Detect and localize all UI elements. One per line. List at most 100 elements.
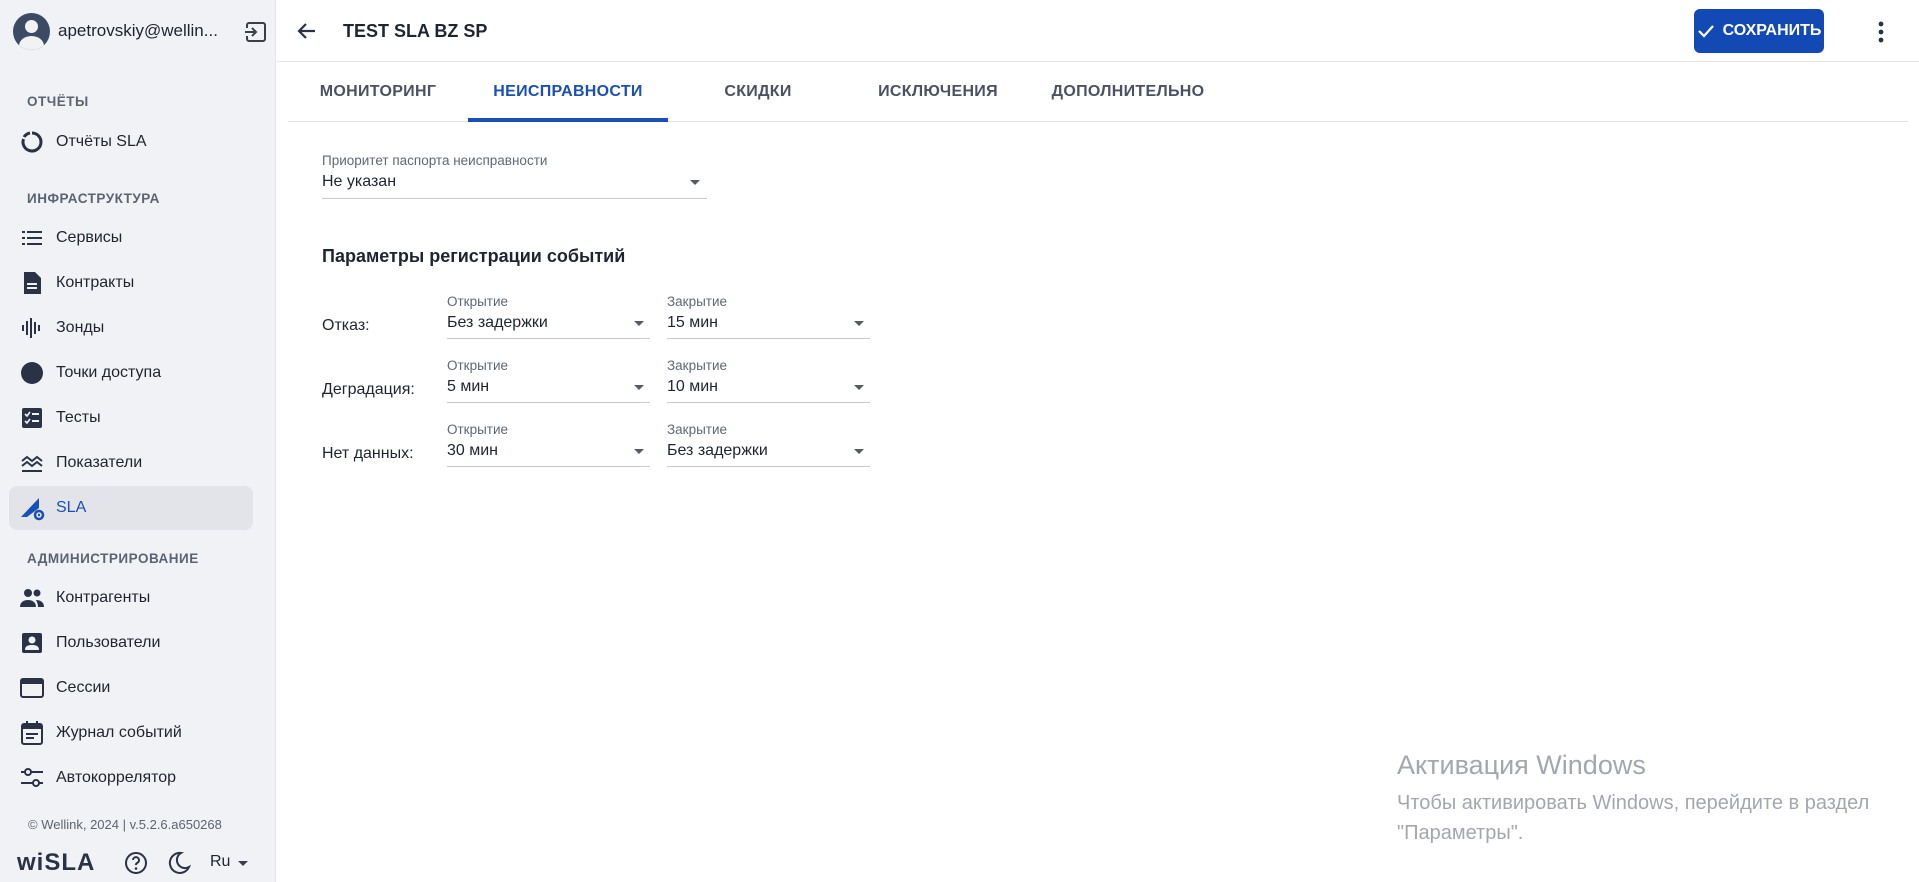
more-vert-icon[interactable] [1877,21,1885,43]
section-title-infrastructure: ИНФРАСТРУКТУРА [27,191,160,206]
field-underline [667,466,870,467]
no-data-close-value: Без задержки [667,442,768,459]
sidebar-item-label: SLA [56,499,87,516]
people-icon [19,585,45,611]
sidebar-item-label: Зонды [56,319,105,336]
sidebar-item-metrics[interactable]: Показатели [9,441,253,485]
sidebar-item-label: Сессии [56,679,111,696]
sidebar-item-label: Автокоррелятор [56,769,177,786]
avatar [13,12,50,50]
sidebar-item-autocorrelator[interactable]: Автокоррелятор [9,756,253,800]
document-icon [19,270,45,296]
open-label: Открытие [447,294,509,309]
tab-additional[interactable]: ДОПОЛНИТЕЛЬНО [1028,62,1228,122]
sidebar-item-label: Отчёты SLA [56,133,147,150]
arrow-back-icon[interactable] [295,19,319,43]
calendar-icon [19,720,45,746]
close-label: Закрытие [667,358,728,373]
circle-icon [19,360,45,386]
sidebar-item-sessions[interactable]: Сессии [9,666,253,710]
open-label: Открытие [447,422,509,437]
field-underline [667,338,870,339]
sidebar-item-probes[interactable]: Зонды [9,306,253,350]
list-icon [19,225,45,251]
chevron-down-icon [634,385,644,390]
tab-faults[interactable]: НЕИСПРАВНОСТИ [468,62,668,122]
probe-icon [19,315,45,341]
sidebar-item-tests[interactable]: Тесты [9,396,253,440]
language-select[interactable]: Ru [210,853,230,871]
failure-close-value: 15 мин [667,314,719,331]
sla-icon [19,495,45,521]
sidebar: apetrovskiy@wellin... ОТЧЁТЫ Отчёты SLA … [0,0,276,882]
sidebar-item-event-log[interactable]: Журнал событий [9,711,253,755]
sidebar-item-contracts[interactable]: Контракты [9,261,253,305]
field-underline [322,198,707,199]
chevron-down-icon [854,385,864,390]
user-email: apetrovskiy@wellin... [58,21,218,40]
save-button-label: СОХРАНИТЬ [1722,22,1822,39]
sidebar-item-label: Тесты [56,409,101,426]
field-underline [447,402,650,403]
degradation-open-value: 5 мин [447,378,490,395]
failure-open-value: Без задержки [447,314,548,331]
page-title: TEST SLA BZ SP [343,21,488,41]
help-icon[interactable] [124,851,148,875]
user-profile[interactable]: apetrovskiy@wellin... [13,12,268,50]
section-title-administration: АДМИНИСТРИРОВАНИЕ [27,551,199,566]
chevron-down-icon [854,449,864,454]
tab-discounts[interactable]: СКИДКИ [668,62,848,122]
save-button[interactable]: СОХРАНИТЬ [1694,9,1824,53]
field-underline [667,402,870,403]
section-title-reports: ОТЧЁТЫ [27,94,89,109]
tab-monitoring[interactable]: МОНИТОРИНГ [288,62,468,122]
windows-activation-text: Чтобы активировать Windows, перейдите в … [1397,792,1870,844]
close-label: Закрытие [667,422,728,437]
chevron-down-icon [634,449,644,454]
sidebar-footer: wiSLA Ru [17,848,257,878]
metrics-icon [19,450,45,476]
check-icon [1697,25,1714,38]
windows-activation-title: Активация Windows [1397,750,1646,780]
sidebar-item-label: Точки доступа [56,364,162,381]
report-icon [19,129,45,155]
logout-icon[interactable] [244,20,268,44]
field-underline [447,466,650,467]
field-underline [447,338,650,339]
sidebar-item-label: Показатели [56,454,143,471]
priority-label: Приоритет паспорта неисправности [322,153,548,168]
chevron-down-icon [634,321,644,326]
tab-indicator [468,118,668,122]
row-label-failure: Отказ: [322,317,370,334]
sidebar-item-label: Журнал событий [56,724,182,741]
sidebar-item-label: Пользователи [56,634,161,651]
tab-bar: МОНИТОРИНГ НЕИСПРАВНОСТИ СКИДКИ ИСКЛЮЧЕН… [288,62,1908,122]
degradation-close-value: 10 мин [667,378,719,395]
no-data-open-value: 30 мин [447,442,499,459]
sidebar-item-contractors[interactable]: Контрагенты [9,576,253,620]
chevron-down-icon [690,180,700,185]
sliders-icon [19,765,45,791]
sidebar-item-label: Сервисы [56,229,123,246]
sidebar-item-services[interactable]: Сервисы [9,216,253,260]
user-card-icon [19,630,45,656]
sidebar-item-sla[interactable]: SLA [9,486,253,530]
priority-value: Не указан [322,173,397,190]
sidebar-item-users[interactable]: Пользователи [9,621,253,665]
tab-exceptions[interactable]: ИСКЛЮЧЕНИЯ [848,62,1028,122]
header: TEST SLA BZ SP СОХРАНИТЬ [277,0,1919,62]
chevron-down-icon [854,321,864,326]
close-label: Закрытие [667,294,728,309]
row-label-degradation: Деградация: [322,381,415,398]
sidebar-item-label: Контрагенты [56,589,151,606]
open-label: Открытие [447,358,509,373]
sidebar-item-label: Контракты [56,274,135,291]
window-icon [19,675,45,701]
moon-icon[interactable] [167,851,191,875]
row-label-no-data: Нет данных: [322,445,414,462]
sidebar-item-access-points[interactable]: Точки доступа [9,351,253,395]
checklist-icon [19,405,45,431]
chevron-down-icon[interactable] [238,861,248,866]
copyright: © Wellink, 2024 | v.5.2.6.a650268 [28,817,222,832]
sidebar-item-sla-reports[interactable]: Отчёты SLA [9,120,253,164]
